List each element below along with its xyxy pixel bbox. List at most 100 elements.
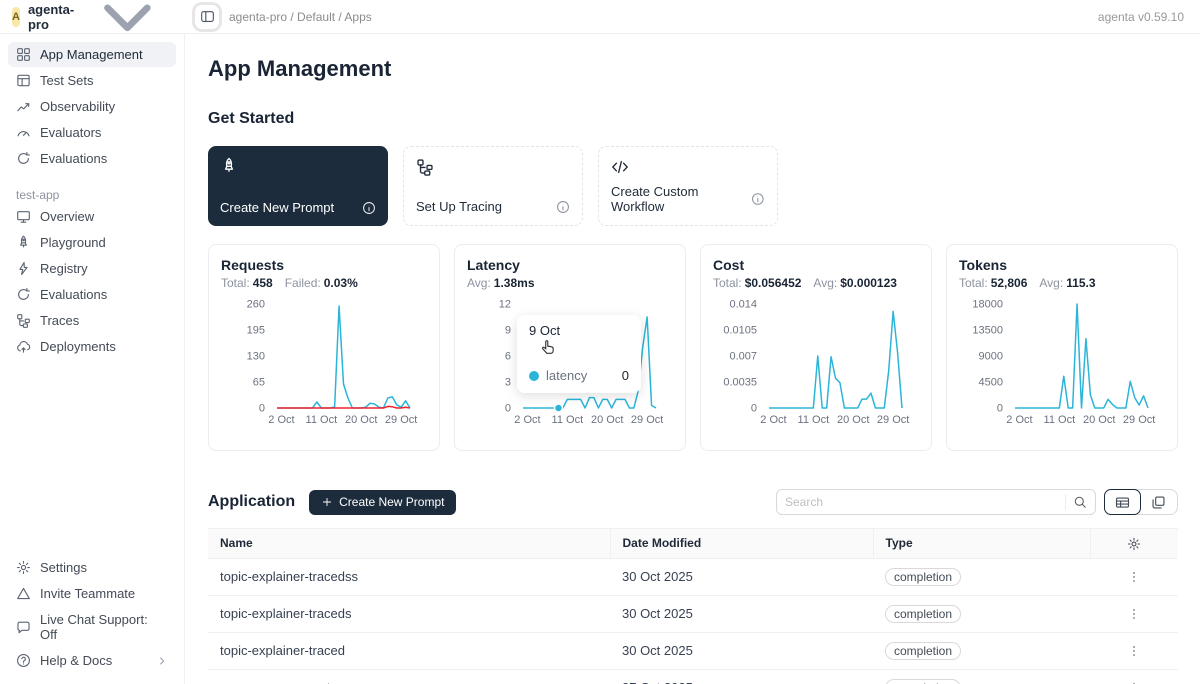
row-more-actions-button[interactable] (1124, 604, 1144, 624)
app-name-cell: topic-explainer-traceds (208, 595, 610, 632)
row-more-actions-button[interactable] (1124, 567, 1144, 587)
actions-cell (1090, 669, 1178, 684)
sidebar-app-group-label: test-app (8, 184, 176, 204)
search-icon[interactable] (1073, 495, 1087, 509)
question-icon (16, 653, 31, 668)
date-modified-cell: 30 Oct 2025 (610, 632, 873, 669)
breadcrumb[interactable]: agenta-pro / Default / Apps (229, 10, 372, 24)
tokens-chart-canvas: 04500900013500180002 Oct11 Oct20 Oct29 O… (959, 296, 1167, 428)
plus-icon (321, 496, 333, 508)
svg-text:11 Oct: 11 Oct (1044, 414, 1076, 426)
actions-cell (1090, 558, 1178, 595)
sidebar-item-label: Deployments (40, 339, 116, 354)
svg-text:6: 6 (505, 351, 511, 363)
date-modified-cell: 27 Oct 2025 (610, 669, 873, 684)
tooltip-series-name: latency (546, 368, 587, 383)
create-new-prompt-card[interactable]: Create New Prompt (208, 146, 388, 226)
rocket-icon (16, 235, 31, 250)
sidebar-item-help-docs[interactable]: Help & Docs (8, 648, 176, 673)
search-input[interactable] (785, 495, 1061, 509)
date-modified-cell: 30 Oct 2025 (610, 595, 873, 632)
sidebar-collapse-button[interactable] (195, 5, 219, 29)
gauge-icon (16, 125, 31, 140)
create-custom-workflow-card[interactable]: Create Custom Workflow (598, 146, 778, 226)
sidebar-item-test-sets[interactable]: Test Sets (8, 68, 176, 93)
sidebar-item-app-management[interactable]: App Management (8, 42, 176, 67)
svg-text:0.0105: 0.0105 (723, 325, 757, 337)
sidebar-item-registry[interactable]: Registry (8, 256, 176, 281)
info-icon[interactable] (362, 201, 376, 215)
sidebar-item-label: Registry (40, 261, 88, 276)
sidebar-item-label: Settings (40, 560, 87, 575)
column-settings-gear-icon[interactable] (1127, 537, 1141, 551)
sidebar-item-evaluations[interactable]: Evaluations (8, 282, 176, 307)
sidebar-item-evaluators[interactable]: Evaluators (8, 120, 176, 145)
sidebar-item-invite-teammate[interactable]: Invite Teammate (8, 581, 176, 606)
triangle-icon (16, 586, 31, 601)
column-header-type[interactable]: Type (873, 529, 1090, 559)
sidebar-main-nav: App ManagementTest SetsObservability Eval… (8, 42, 176, 172)
column-header-date-modified[interactable]: Date Modified (610, 529, 873, 559)
sidebar-item-live-chat-support-off[interactable]: Live Chat Support: Off (8, 607, 176, 647)
grid-icon (16, 47, 31, 62)
tree-icon (416, 158, 434, 176)
type-badge: completion (885, 642, 961, 660)
metrics-charts-row: RequestsTotal:458Failed:0.03%06513019526… (208, 244, 1178, 451)
sidebar-item-settings[interactable]: Settings (8, 555, 176, 580)
stat-total: Total:52,806 (959, 276, 1027, 290)
type-cell: completion (873, 632, 1090, 669)
row-more-actions-button[interactable] (1124, 678, 1144, 684)
table-row-topic-explainer-tracedss[interactable]: topic-explainer-tracedss30 Oct 2025compl… (208, 558, 1178, 595)
card-view-icon (1151, 495, 1166, 510)
info-icon[interactable] (556, 200, 570, 214)
svg-text:9: 9 (505, 325, 511, 337)
view-toggle (1104, 489, 1178, 515)
requests-chart-card: RequestsTotal:458Failed:0.03%06513019526… (208, 244, 440, 451)
svg-text:0.007: 0.007 (729, 351, 757, 363)
chart-stats: Total:52,806Avg:115.3 (959, 276, 1165, 290)
svg-text:2 Oct: 2 Oct (268, 414, 294, 426)
sidebar-item-observability[interactable]: Observability (8, 94, 176, 119)
table-icon (16, 73, 31, 88)
ellipsis-vertical-icon (1127, 644, 1141, 658)
sidebar-item-overview[interactable]: Overview (8, 204, 176, 229)
svg-text:4500: 4500 (979, 377, 1003, 389)
sidebar-item-label: Playground (40, 235, 106, 250)
card-view-button[interactable] (1140, 490, 1177, 514)
svg-text:13500: 13500 (972, 325, 1003, 337)
rocket-icon (220, 157, 238, 175)
sidebar-item-label: Live Chat Support: Off (40, 612, 168, 642)
row-more-actions-button[interactable] (1124, 641, 1144, 661)
svg-text:130: 130 (247, 351, 265, 363)
workspace-name: agenta-pro (28, 2, 74, 32)
column-header-name[interactable]: Name (208, 529, 610, 559)
svg-text:260: 260 (247, 299, 265, 311)
create-new-prompt-button[interactable]: Create New Prompt (309, 490, 456, 515)
type-cell: completion (873, 669, 1090, 684)
sidebar-item-evaluations[interactable]: Evaluations (8, 146, 176, 171)
table-row-career-assessment[interactable]: career-assessment27 Oct 2025completion (208, 669, 1178, 684)
main-content: App Management Get Started Create New Pr… (185, 34, 1200, 684)
card-label: Create Custom Workflow (611, 184, 751, 214)
active-point-marker (554, 404, 562, 412)
info-icon[interactable] (751, 192, 765, 206)
ellipsis-vertical-icon (1127, 607, 1141, 621)
table-view-button[interactable] (1104, 489, 1141, 515)
series-failed (277, 406, 410, 408)
table-row-topic-explainer-traceds[interactable]: topic-explainer-traceds30 Oct 2025comple… (208, 595, 1178, 632)
chart-stats: Avg:1.38ms (467, 276, 673, 290)
loop-icon (16, 287, 31, 302)
sidebar-item-deployments[interactable]: Deployments (8, 334, 176, 359)
actions-cell (1090, 632, 1178, 669)
chartline-icon (16, 99, 31, 114)
set-up-tracing-card[interactable]: Set Up Tracing (403, 146, 583, 226)
sidebar-item-traces[interactable]: Traces (8, 308, 176, 333)
create-new-prompt-label: Create New Prompt (339, 495, 444, 509)
table-row-topic-explainer-traced[interactable]: topic-explainer-traced30 Oct 2025complet… (208, 632, 1178, 669)
sidebar-item-label: Evaluators (40, 125, 101, 140)
apps-table: Name Date Modified Type topic-explainer-… (208, 528, 1178, 684)
sidebar-item-playground[interactable]: Playground (8, 230, 176, 255)
svg-text:29 Oct: 29 Oct (631, 414, 663, 426)
svg-text:0: 0 (751, 403, 757, 415)
tooltip-series-dot (529, 371, 539, 381)
